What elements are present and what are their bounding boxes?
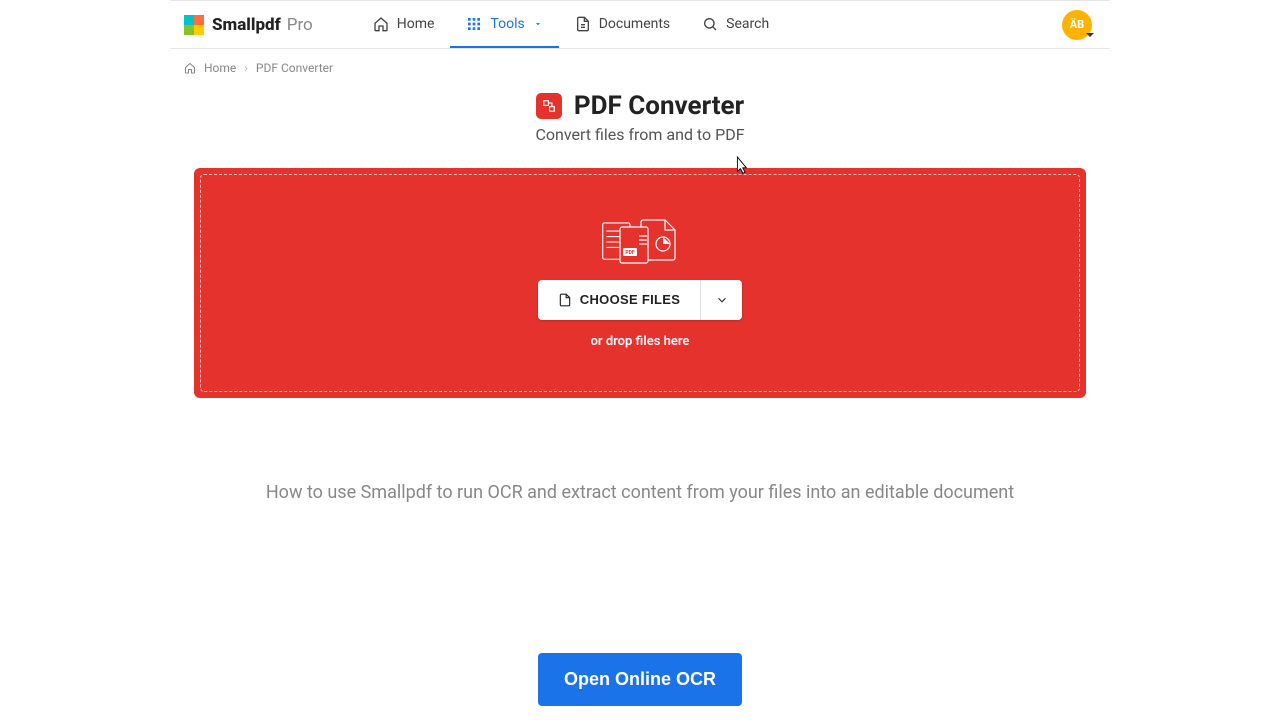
nav-search-label: Search	[726, 16, 769, 32]
file-icon	[558, 292, 572, 308]
cta-section: Open Online OCR	[0, 653, 1280, 706]
page-title: PDF Converter	[574, 91, 744, 121]
breadcrumb-home[interactable]: Home	[204, 61, 236, 75]
nav-home[interactable]: Home	[357, 1, 451, 48]
nav-documents-label: Documents	[599, 16, 670, 32]
nav-search[interactable]: Search	[686, 1, 785, 48]
howto-text: How to use Smallpdf to run OCR and extra…	[170, 482, 1110, 503]
brand[interactable]: Smallpdf Pro	[184, 15, 313, 35]
drop-hint: or drop files here	[591, 334, 690, 349]
app-container: Smallpdf Pro Home Tools Documents Search	[170, 0, 1110, 503]
converter-icon	[536, 93, 562, 119]
choose-files-button[interactable]: CHOOSE FILES	[538, 280, 700, 320]
top-nav: Smallpdf Pro Home Tools Documents Search	[170, 0, 1110, 49]
page-header: PDF Converter Convert files from and to …	[170, 91, 1110, 144]
home-icon	[184, 62, 196, 74]
chevron-down-icon	[715, 293, 729, 307]
avatar[interactable]: ÄB	[1062, 10, 1092, 40]
choose-files-group: CHOOSE FILES	[538, 280, 742, 320]
nav-documents[interactable]: Documents	[559, 1, 686, 48]
avatar-initials: ÄB	[1070, 18, 1084, 31]
choose-files-label: CHOOSE FILES	[580, 292, 680, 307]
dropzone-inner: PDF CHOOSE FILES or drop files here	[200, 174, 1080, 392]
breadcrumb-separator: ›	[244, 61, 248, 75]
document-icon	[575, 16, 591, 32]
page-subtitle: Convert files from and to PDF	[170, 125, 1110, 144]
chevron-down-icon	[533, 19, 543, 29]
breadcrumb: Home › PDF Converter	[170, 49, 1110, 77]
open-ocr-button[interactable]: Open Online OCR	[538, 653, 742, 706]
breadcrumb-current: PDF Converter	[256, 61, 333, 75]
nav-tools-label: Tools	[490, 16, 524, 32]
grid-icon	[466, 16, 482, 32]
logo-icon	[184, 15, 204, 35]
home-icon	[373, 16, 389, 32]
choose-files-dropdown[interactable]	[700, 280, 742, 320]
brand-tier: Pro	[287, 15, 313, 35]
nav-tools[interactable]: Tools	[450, 1, 558, 48]
brand-name: Smallpdf	[212, 15, 281, 35]
svg-text:PDF: PDF	[625, 250, 634, 256]
dropzone[interactable]: PDF CHOOSE FILES or drop files here	[194, 168, 1086, 398]
search-icon	[702, 16, 718, 32]
open-ocr-label: Open Online OCR	[564, 669, 716, 689]
files-illustration-icon: PDF	[601, 218, 679, 266]
nav-links: Home Tools Documents Search	[357, 1, 785, 48]
nav-home-label: Home	[397, 16, 435, 32]
